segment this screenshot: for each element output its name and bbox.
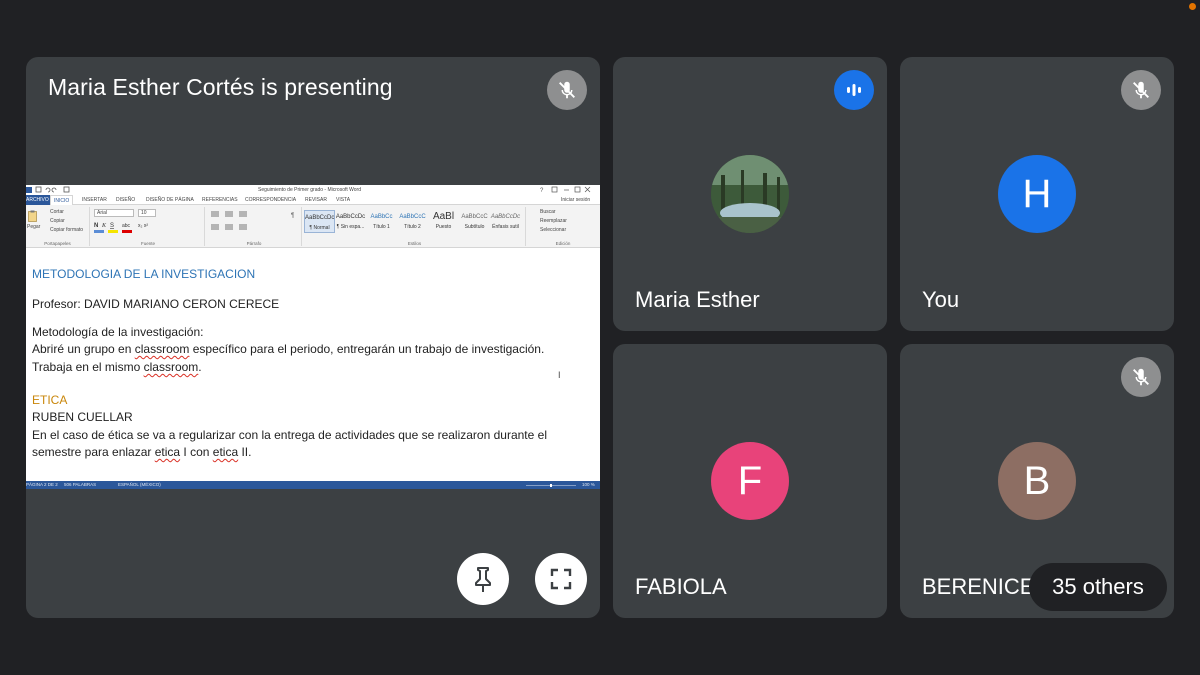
presentation-tile[interactable]: Maria Esther Cortés is presenting Seguim…: [26, 57, 600, 618]
style-enfasis-sutil: AaBbCcDc Énfasis sutil: [490, 214, 521, 230]
font-group-label: Fuente: [140, 241, 155, 246]
tab-diseno-pagina: DISEÑO DE PÁGINA: [146, 197, 194, 203]
doc-paragraph-3: En el caso de ética se va a regularizar …: [32, 428, 547, 442]
speaking-indicator-icon: [834, 70, 874, 110]
status-page: PÁGINA 2 DE 2: [26, 482, 58, 487]
doc-teacher: RUBEN CUELLAR: [32, 410, 133, 424]
quick-access-icons: [26, 186, 70, 193]
avatar: F: [711, 442, 789, 520]
font-size-box: 10: [138, 209, 156, 217]
find-label: Buscar: [540, 209, 556, 215]
paste-label: Pegar: [27, 224, 41, 230]
tab-diseno: DISEÑO: [116, 197, 136, 203]
tab-correspondencia: CORRESPONDENCIA: [245, 197, 297, 203]
pin-button[interactable]: [457, 553, 509, 605]
sign-in-link: Iniciar sesión: [561, 197, 591, 203]
recording-indicator: [1189, 3, 1196, 10]
svg-text:K: K: [101, 223, 107, 229]
svg-text:x₂ x²: x₂ x²: [138, 223, 148, 229]
svg-text:¶: ¶: [291, 213, 294, 219]
doc-paragraph-4: semestre para enlazar etica I con etica …: [32, 445, 252, 459]
zoom-slider: [526, 484, 576, 487]
font-group: Arial 10 N K S abc x₂ x² Fuente: [92, 207, 205, 246]
presenting-title: Maria Esther Cortés is presenting: [48, 74, 393, 100]
style-titulo-1: AaBbCc Título 1: [370, 214, 393, 230]
svg-text:S: S: [110, 223, 114, 229]
avatar-photo-icon: [711, 155, 789, 233]
tab-referencias: REFERENCIAS: [202, 197, 238, 203]
doc-professor: Profesor: DAVID MARIANO CERON CERECE: [32, 297, 280, 311]
paste-icon: [28, 210, 37, 222]
svg-text:abc: abc: [122, 223, 131, 229]
fullscreen-icon: [550, 568, 572, 590]
participant-name: FABIOLA: [635, 574, 727, 599]
word-ribbon-tabs: ARCHIVO INICIO INSERTAR DISEÑO DISEÑO DE…: [26, 195, 600, 206]
editing-group-label: Edición: [555, 241, 571, 246]
style-sin-espaciado: AaBbCcDc ¶ Sin espa...: [335, 214, 366, 230]
tab-revisar: REVISAR: [305, 197, 327, 203]
paragraph-group: ¶ Párrafo: [207, 207, 302, 246]
participant-name: BERENICE: [922, 574, 1035, 599]
others-count-button[interactable]: 35 others: [1029, 563, 1167, 611]
avatar: [711, 155, 789, 233]
text-cursor-icon: I: [558, 370, 561, 380]
style-subtitulo: AaBbCcC Subtítulo: [461, 214, 488, 230]
tab-insertar: INSERTAR: [82, 197, 107, 203]
select-label: Seleccionar: [540, 227, 567, 233]
word-status-bar: PÁGINA 2 DE 2 506 PALABRAS ESPAÑOL (MÉXI…: [26, 481, 600, 489]
doc-heading-metodologia: METODOLOGIA DE LA INVESTIGACION: [32, 267, 256, 281]
avatar: H: [998, 155, 1076, 233]
doc-section-title: Metodología de la investigación:: [32, 325, 204, 339]
fullscreen-button[interactable]: [535, 553, 587, 605]
replace-label: Reemplazar: [540, 218, 567, 224]
status-words: 506 PALABRAS: [64, 482, 97, 487]
editing-group: Buscar Reemplazar Seleccionar Edición: [528, 207, 598, 246]
style-titulo-2: AaBbCcC Título 2: [399, 214, 426, 230]
copy-label: Copiar: [50, 218, 65, 224]
clipboard-group: Pegar Cortar Copiar Copiar formato Porta…: [26, 207, 90, 246]
svg-text:?: ?: [540, 188, 544, 194]
participant-name: You: [922, 287, 960, 312]
presenter-mic-muted-icon: [547, 70, 587, 110]
pin-icon: [475, 567, 491, 592]
doc-heading-etica: ETICA: [32, 393, 68, 407]
avatar: B: [998, 442, 1076, 520]
participant-name: Maria Esther: [635, 287, 760, 312]
format-painter-label: Copiar formato: [50, 227, 84, 233]
status-zoom: 100 %: [582, 482, 595, 487]
styles-group: AaBbCcDc ¶ Normal AaBbCcDc ¶ Sin espa... A…: [304, 207, 526, 246]
tab-vista: VISTA: [336, 197, 351, 203]
svg-text:N: N: [94, 223, 98, 229]
mic-muted-icon: [1121, 70, 1161, 110]
shared-screen: Seguimiento de Primer grado - Microsoft …: [26, 185, 600, 489]
styles-group-label: Estilos: [407, 241, 422, 246]
status-language: ESPAÑOL (MÉXICO): [118, 482, 161, 487]
style-puesto: AaBl Puesto: [432, 211, 455, 230]
clipboard-group-label: Portapapeles: [44, 241, 71, 246]
doc-paragraph-1: Abriré un grupo en classroom específico …: [32, 342, 545, 356]
window-controls-icon: ?: [540, 186, 591, 194]
paragraph-icons: ¶: [211, 211, 294, 230]
style-normal: AaBbCcDc ¶ Normal: [304, 210, 335, 233]
participant-tile-you[interactable]: H You: [900, 57, 1174, 331]
participant-tile-fabiola[interactable]: F FABIOLA: [613, 344, 887, 618]
cut-label: Cortar: [50, 209, 64, 215]
mic-muted-icon: [1121, 357, 1161, 397]
font-format-icons: N K S abc x₂ x²: [94, 223, 148, 233]
word-titlebar: Seguimiento de Primer grado - Microsoft …: [26, 185, 600, 195]
word-ribbon: Pegar Cortar Copiar Copiar formato Porta…: [26, 205, 600, 248]
paragraph-group-label: Párrafo: [246, 241, 262, 246]
doc-paragraph-2: Trabaja en el mismo classroom.: [32, 360, 202, 374]
document-page: METODOLOGIA DE LA INVESTIGACION Profesor…: [26, 249, 600, 477]
font-name-box: Arial: [94, 209, 134, 217]
participant-tile-maria-esther[interactable]: Maria Esther: [613, 57, 887, 331]
tab-archivo: ARCHIVO: [26, 195, 52, 205]
word-window-title: Seguimiento de Primer grado - Microsoft …: [258, 187, 362, 193]
